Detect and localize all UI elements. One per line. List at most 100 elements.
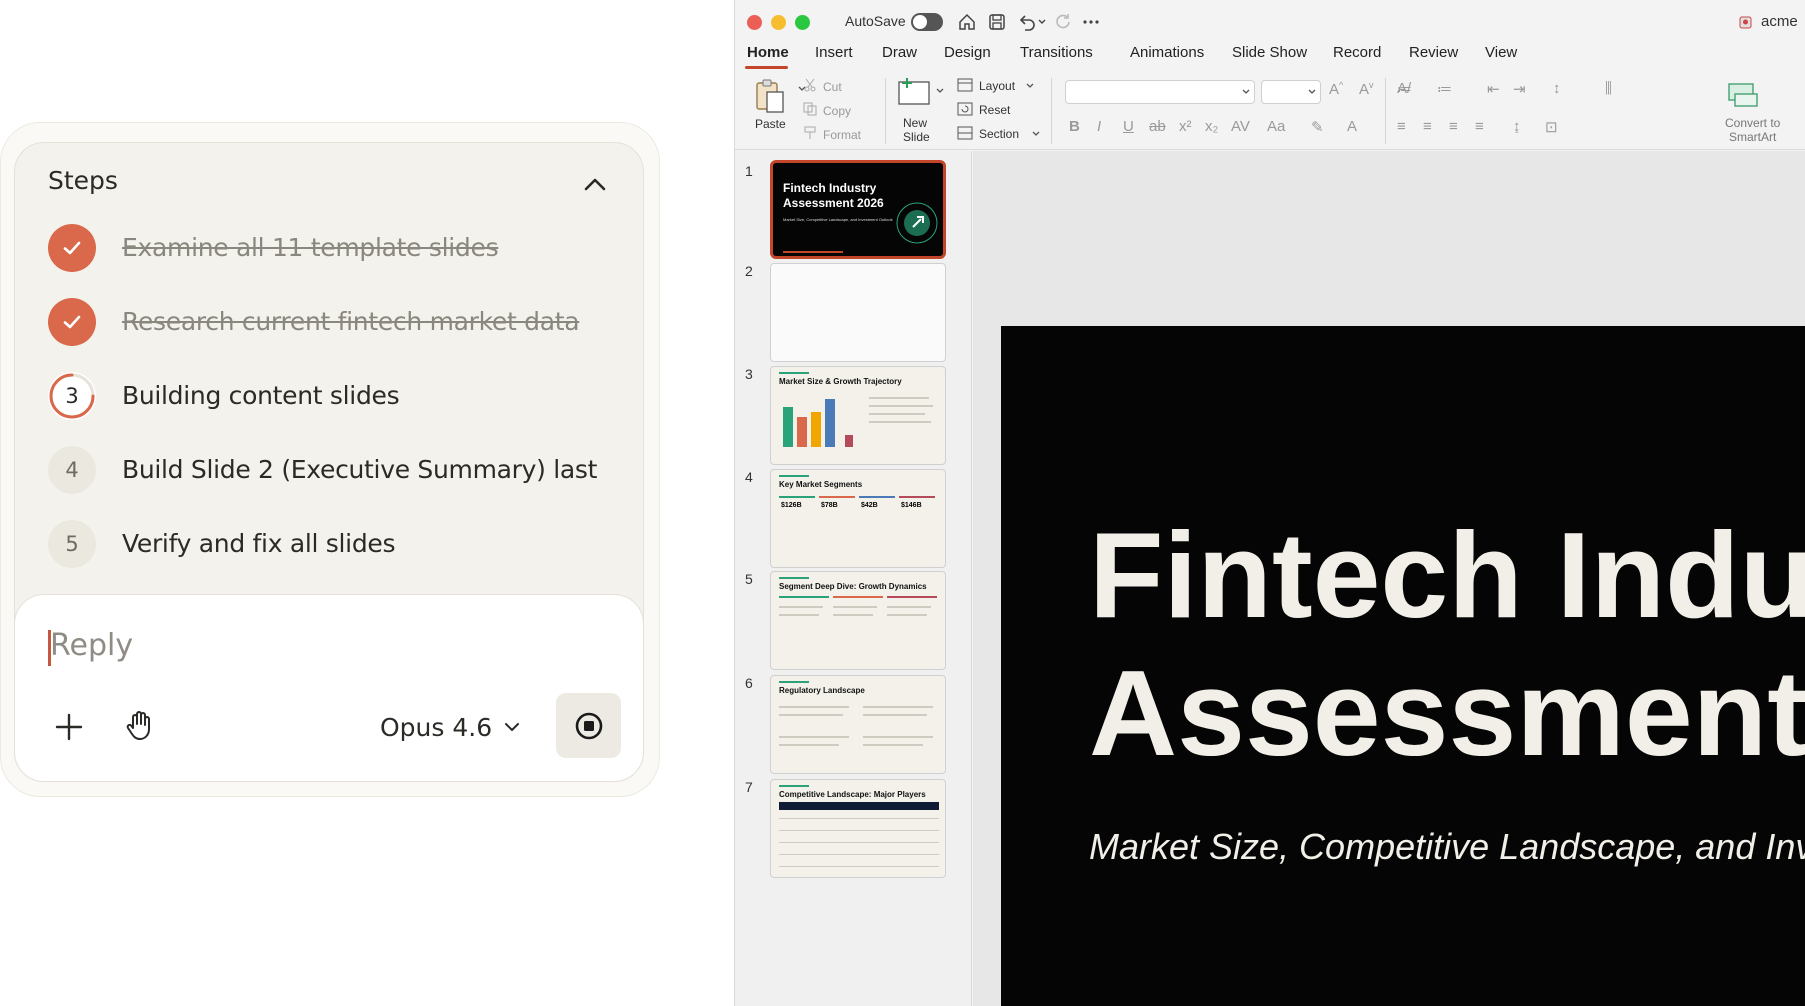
thumb-text-line <box>887 614 927 616</box>
chevron-down-icon[interactable] <box>935 86 945 96</box>
slide-thumbnail-2[interactable] <box>770 263 946 362</box>
thumb-accent-line <box>779 475 809 477</box>
columns-icon[interactable]: ⫼ <box>1605 80 1612 97</box>
save-icon[interactable] <box>987 12 1007 32</box>
cut-icon <box>804 78 816 92</box>
reply-input[interactable] <box>14 594 644 782</box>
close-window-button[interactable] <box>747 15 762 30</box>
zoom-window-button[interactable] <box>795 15 810 30</box>
smartart-icon[interactable] <box>1725 80 1761 110</box>
plus-icon[interactable] <box>52 710 86 744</box>
slide-number: 5 <box>745 571 753 587</box>
thumb-accent-line <box>779 496 815 498</box>
justify-icon[interactable]: ≡ <box>1475 118 1484 135</box>
redo-icon[interactable] <box>1053 12 1073 32</box>
text-direction-icon[interactable]: ↨ <box>1513 118 1521 135</box>
copy-button[interactable]: Copy <box>823 104 851 118</box>
numbering-icon[interactable]: ≔ <box>1437 80 1452 98</box>
reset-button[interactable]: Reset <box>979 103 1010 117</box>
section-button[interactable]: Section <box>979 127 1019 141</box>
thumb-bar <box>783 407 793 447</box>
align-right-icon[interactable]: ≡ <box>1449 118 1458 135</box>
paste-icon[interactable] <box>751 78 787 114</box>
reply-placeholder[interactable]: Reply <box>50 628 133 663</box>
italic-icon[interactable]: I <box>1097 118 1101 135</box>
strikethrough-icon[interactable]: ab <box>1149 118 1166 135</box>
cut-button[interactable]: Cut <box>823 80 842 94</box>
slide-subtitle[interactable]: Market Size, Competitive Landscape, and … <box>1089 826 1805 868</box>
convert-smartart-label[interactable]: SmartArt <box>1729 130 1776 144</box>
step-item-5: 5 Verify and fix all slides <box>48 520 628 568</box>
change-case-icon[interactable]: Aa <box>1267 118 1285 135</box>
chevron-down-icon[interactable] <box>1031 129 1041 139</box>
thumb-value: $42B <box>861 502 878 509</box>
paste-button[interactable]: Paste <box>755 117 786 131</box>
line-spacing-icon[interactable]: ↕ <box>1553 80 1561 97</box>
highlight-icon[interactable]: ✎ <box>1311 118 1324 136</box>
tab-home[interactable]: Home <box>747 44 789 61</box>
new-slide-label[interactable]: Slide <box>903 130 930 144</box>
thumb-accent-line <box>859 496 895 498</box>
reset-icon <box>957 102 973 116</box>
new-slide-label[interactable]: New <box>903 116 927 130</box>
tab-draw[interactable]: Draw <box>882 44 917 61</box>
tab-review[interactable]: Review <box>1409 44 1458 61</box>
more-icon[interactable] <box>1081 12 1101 32</box>
align-text-icon[interactable]: ⊡ <box>1545 118 1558 136</box>
convert-smartart-label[interactable]: Convert to <box>1725 116 1780 130</box>
increase-font-icon[interactable]: A^ <box>1329 80 1343 98</box>
tab-transitions[interactable]: Transitions <box>1020 44 1093 61</box>
chevron-up-icon[interactable] <box>580 170 610 200</box>
active-tab-indicator <box>745 66 788 69</box>
thumb-text-line <box>887 606 931 608</box>
chevron-down-icon <box>1308 89 1316 94</box>
slide-thumbnail-4[interactable]: Key Market Segments $126B $78B $42B $146… <box>770 469 946 568</box>
tab-design[interactable]: Design <box>944 44 991 61</box>
decrease-indent-icon[interactable]: ⇤ <box>1487 80 1500 98</box>
slide-editor[interactable]: Fintech Indu Assessment Market Size, Com… <box>1001 326 1805 1006</box>
chevron-down-icon[interactable] <box>1025 81 1035 91</box>
tab-view[interactable]: View <box>1485 44 1517 61</box>
bold-icon[interactable]: B <box>1069 118 1080 135</box>
thumb-text-line <box>869 421 931 423</box>
account-name: acme <box>1761 13 1798 30</box>
bullets-icon[interactable]: ≔ <box>1397 80 1412 98</box>
autosave-toggle[interactable] <box>911 13 943 31</box>
slide-thumbnail-3[interactable]: Market Size & Growth Trajectory <box>770 366 946 465</box>
decrease-font-icon[interactable]: Av <box>1359 80 1374 98</box>
thumb-text-line <box>779 614 819 616</box>
minimize-window-button[interactable] <box>771 15 786 30</box>
subscript-icon[interactable]: x₂ <box>1205 118 1218 135</box>
font-family-dropdown[interactable] <box>1065 80 1255 104</box>
new-slide-icon[interactable] <box>897 76 933 108</box>
undo-icon[interactable] <box>1017 12 1037 32</box>
step-item-2: Research current fintech market data <box>48 298 628 346</box>
hand-icon[interactable] <box>124 708 156 742</box>
slide-title[interactable]: Fintech Indu Assessment <box>1089 506 1805 782</box>
font-color-icon[interactable]: A <box>1347 118 1357 135</box>
model-selector[interactable]: Opus 4.6 <box>380 710 522 744</box>
character-spacing-icon[interactable]: AV <box>1231 118 1250 135</box>
account-area[interactable]: acme <box>1739 13 1798 30</box>
chevron-down-icon[interactable] <box>1037 12 1047 32</box>
layout-button[interactable]: Layout <box>979 79 1015 93</box>
stop-button[interactable] <box>556 693 621 758</box>
tab-slide-show[interactable]: Slide Show <box>1232 44 1307 61</box>
slide-thumbnail-5[interactable]: Segment Deep Dive: Growth Dynamics <box>770 571 946 670</box>
slide-number: 2 <box>745 263 753 279</box>
tab-insert[interactable]: Insert <box>815 44 853 61</box>
align-left-icon[interactable]: ≡ <box>1397 118 1406 135</box>
slide-thumbnail-6[interactable]: Regulatory Landscape <box>770 675 946 774</box>
slide-thumbnail-1[interactable]: Fintech Industry Assessment 2026 Market … <box>770 160 946 259</box>
underline-icon[interactable]: U <box>1123 118 1134 135</box>
format-painter-button[interactable]: Format <box>823 128 861 142</box>
tab-animations[interactable]: Animations <box>1130 44 1204 61</box>
superscript-icon[interactable]: x² <box>1179 118 1192 135</box>
increase-indent-icon[interactable]: ⇥ <box>1513 80 1526 98</box>
slide-thumbnail-7[interactable]: Competitive Landscape: Major Players <box>770 779 946 878</box>
align-center-icon[interactable]: ≡ <box>1423 118 1432 135</box>
thumb-table-row <box>779 842 939 843</box>
tab-record[interactable]: Record <box>1333 44 1381 61</box>
ribbon-divider <box>885 78 886 144</box>
home-icon[interactable] <box>957 12 977 32</box>
